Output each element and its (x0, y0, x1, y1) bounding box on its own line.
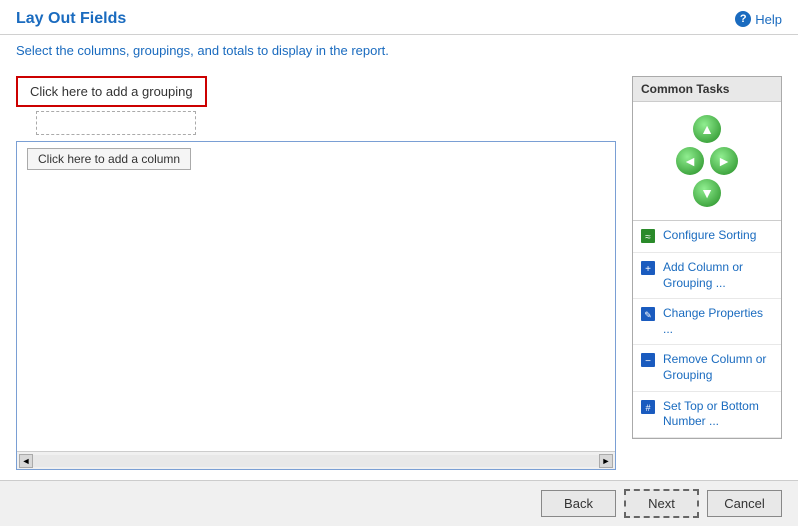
task-remove-column[interactable]: − Remove Column or Grouping (633, 345, 781, 391)
nav-row-bottom: ▼ (692, 178, 722, 208)
remove-column-icon: − (641, 353, 657, 369)
set-top-bottom-label: Set Top or Bottom Number ... (663, 399, 773, 430)
svg-text:+: + (645, 264, 651, 275)
add-column-icon: + (641, 261, 657, 277)
help-icon: ? (735, 11, 751, 27)
add-column-button[interactable]: Click here to add a column (27, 148, 191, 170)
arrow-down-button[interactable]: ▼ (692, 178, 722, 208)
svg-text:#: # (645, 403, 650, 413)
arrow-down-icon: ▼ (700, 186, 714, 200)
nav-arrows: ▲ ◄ ► (633, 102, 781, 221)
subtitle-highlight: display (272, 43, 312, 58)
help-label: Help (755, 12, 782, 27)
footer: Back Next Cancel (0, 480, 798, 526)
svg-text:≈: ≈ (645, 232, 651, 243)
header: Lay Out Fields ? Help (0, 0, 798, 35)
arrow-up-button[interactable]: ▲ (692, 114, 722, 144)
svg-text:✎: ✎ (644, 310, 652, 320)
arrow-right-icon: ► (717, 154, 731, 168)
task-set-top-bottom[interactable]: # Set Top or Bottom Number ... (633, 392, 781, 438)
left-panel: Click here to add a grouping Click here … (16, 76, 616, 470)
arrow-right-circle: ► (710, 147, 738, 175)
configure-sorting-label: Configure Sorting (663, 228, 756, 244)
column-header-row: Click here to add a column (17, 142, 615, 176)
next-button[interactable]: Next (624, 489, 699, 518)
common-tasks-title: Common Tasks (633, 77, 781, 102)
column-area: Click here to add a column ◄ ► (16, 141, 616, 470)
common-tasks-box: Common Tasks ▲ ◄ (632, 76, 782, 439)
arrow-down-circle: ▼ (693, 179, 721, 207)
arrow-left-circle: ◄ (676, 147, 704, 175)
arrow-up-icon: ▲ (700, 122, 714, 136)
change-properties-icon: ✎ (641, 307, 657, 323)
column-content (17, 176, 615, 451)
main-content: Click here to add a grouping Click here … (0, 66, 798, 480)
scrollbar-right-arrow[interactable]: ► (599, 454, 613, 468)
task-add-column[interactable]: + Add Column or Grouping ... (633, 253, 781, 299)
cancel-button[interactable]: Cancel (707, 490, 782, 517)
arrow-left-button[interactable]: ◄ (675, 146, 705, 176)
set-top-bottom-icon: # (641, 400, 657, 416)
change-properties-label: Change Properties ... (663, 306, 773, 337)
grouping-area: Click here to add a grouping (16, 76, 616, 135)
task-change-properties[interactable]: ✎ Change Properties ... (633, 299, 781, 345)
arrow-up-circle: ▲ (693, 115, 721, 143)
remove-column-label: Remove Column or Grouping (663, 352, 773, 383)
subtitle: Select the columns, groupings, and total… (0, 35, 798, 66)
grouping-placeholder (36, 111, 196, 135)
horizontal-scrollbar[interactable]: ◄ ► (17, 451, 615, 469)
help-link[interactable]: ? Help (735, 11, 782, 27)
arrow-right-button[interactable]: ► (709, 146, 739, 176)
page-title: Lay Out Fields (16, 10, 126, 28)
subtitle-text-after: in the report. (312, 43, 389, 58)
task-configure-sorting[interactable]: ≈ Configure Sorting (633, 221, 781, 253)
nav-row-middle: ◄ ► (675, 146, 739, 176)
add-column-label: Add Column or Grouping ... (663, 260, 773, 291)
add-grouping-button[interactable]: Click here to add a grouping (16, 76, 207, 107)
subtitle-text-before: Select the columns, groupings, and total… (16, 43, 272, 58)
page-wrapper: Lay Out Fields ? Help Select the columns… (0, 0, 798, 526)
sort-icon: ≈ (641, 229, 657, 245)
nav-row-top: ▲ (692, 114, 722, 144)
arrow-left-icon: ◄ (683, 154, 697, 168)
scrollbar-left-arrow[interactable]: ◄ (19, 454, 33, 468)
right-panel: Common Tasks ▲ ◄ (632, 76, 782, 470)
svg-text:−: − (645, 356, 651, 367)
back-button[interactable]: Back (541, 490, 616, 517)
